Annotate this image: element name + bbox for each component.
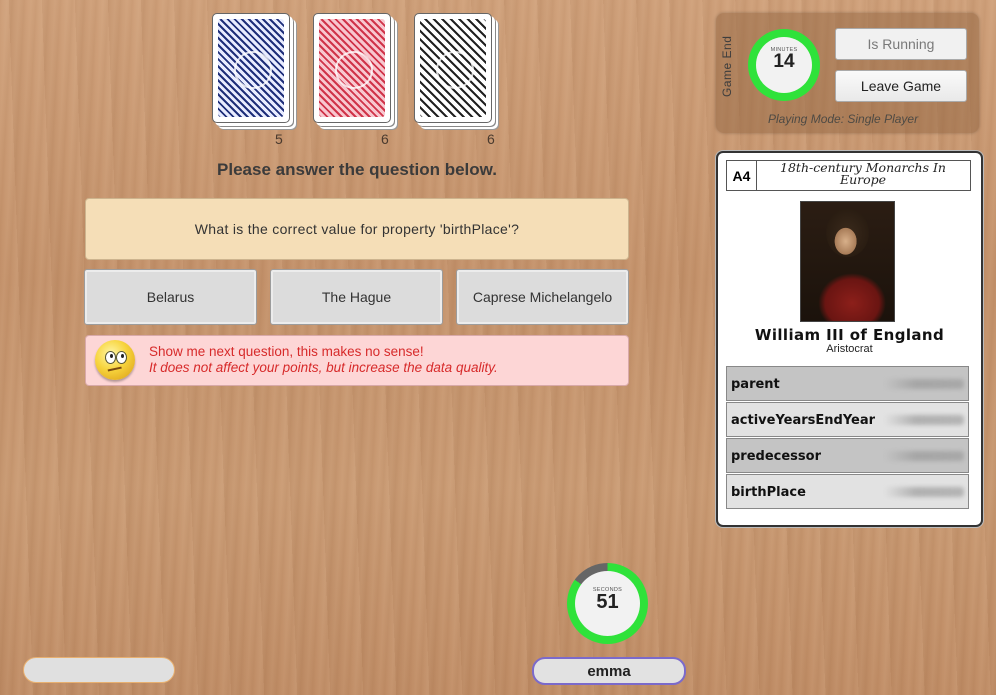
- card-back-black: [414, 13, 492, 123]
- hidden-value: [884, 487, 964, 497]
- deck-red[interactable]: [313, 13, 397, 128]
- answer-label: The Hague: [321, 289, 392, 305]
- card-header: A4 18th-century Monarchs In Europe: [726, 160, 971, 191]
- confused-face-icon: [95, 340, 135, 380]
- card-id: A4: [727, 161, 757, 190]
- game-panel: Game End MINUTES 14 Is Running Leave Gam…: [716, 13, 979, 133]
- minutes-timer: MINUTES 14: [748, 29, 820, 101]
- question-box: What is the correct value for property '…: [85, 198, 629, 260]
- answer-button-3[interactable]: Caprese Michelangelo: [456, 269, 629, 325]
- deck-blue-count: 5: [275, 131, 283, 147]
- answer-label: Belarus: [146, 289, 195, 305]
- card-back-red: [313, 13, 391, 123]
- portrait-image: [800, 201, 895, 322]
- seconds-timer: SECONDS 51: [567, 563, 648, 644]
- card-subtitle: Aristocrat: [826, 343, 873, 355]
- deck-red-count: 6: [381, 131, 389, 147]
- current-player-bar: emma: [532, 657, 686, 685]
- property-name: predecessor: [731, 449, 821, 464]
- hidden-value: [884, 451, 964, 461]
- player-name: emma: [587, 662, 631, 680]
- property-row[interactable]: birthPlace: [726, 474, 969, 509]
- card-back-blue: [212, 13, 290, 123]
- playing-mode-label: Playing Mode: Single Player: [768, 112, 919, 126]
- skip-title: Show me next question, this makes no sen…: [149, 344, 424, 359]
- property-name: activeYearsEndYear: [731, 413, 876, 428]
- skip-question-button[interactable]: Show me next question, this makes no sen…: [85, 335, 629, 386]
- property-name: birthPlace: [731, 485, 806, 500]
- hidden-value: [884, 415, 964, 425]
- hidden-value: [884, 379, 964, 389]
- seconds-value: 51: [596, 591, 619, 613]
- deck-black-count: 6: [487, 131, 495, 147]
- property-row[interactable]: predecessor: [726, 438, 969, 473]
- game-end-label: Game End: [720, 35, 734, 97]
- deck-black[interactable]: [414, 13, 498, 128]
- question-text: What is the correct value for property '…: [194, 221, 520, 237]
- property-row[interactable]: activeYearsEndYear: [726, 402, 969, 437]
- answer-button-2[interactable]: The Hague: [270, 269, 443, 325]
- card-category: 18th-century Monarchs In Europe: [780, 160, 946, 187]
- minutes-value: 14: [773, 51, 795, 72]
- card-title: William III of England: [754, 326, 945, 344]
- deck-blue[interactable]: [212, 13, 296, 128]
- player-card: A4 18th-century Monarchs In Europe Willi…: [716, 151, 983, 527]
- property-name: parent: [731, 377, 780, 392]
- answer-button-1[interactable]: Belarus: [84, 269, 257, 325]
- is-running-button[interactable]: Is Running: [835, 28, 967, 60]
- opponent-player-bar: [23, 657, 175, 683]
- skip-note: It does not affect your points, but incr…: [149, 360, 498, 375]
- answer-label: Caprese Michelangelo: [472, 289, 613, 305]
- leave-game-button[interactable]: Leave Game: [835, 70, 967, 102]
- property-row[interactable]: parent: [726, 366, 969, 401]
- instruction-heading: Please answer the question below.: [217, 160, 497, 179]
